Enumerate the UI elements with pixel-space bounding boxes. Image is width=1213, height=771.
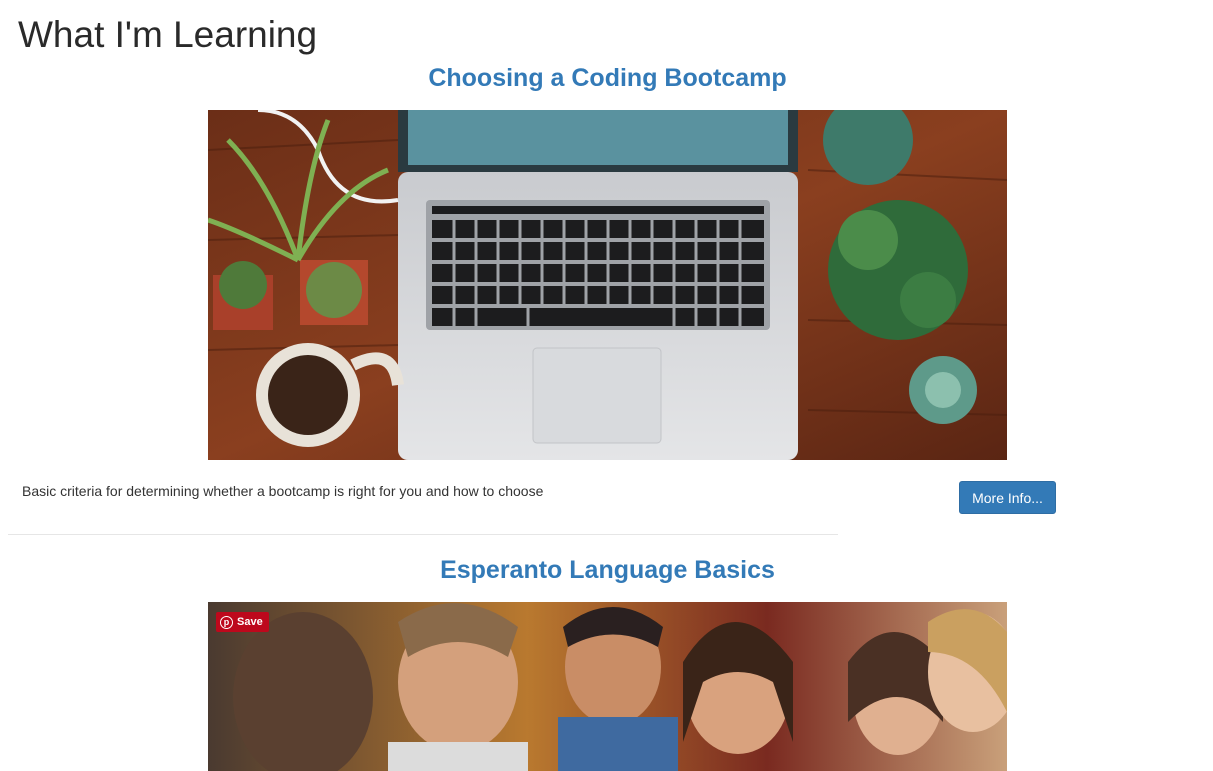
more-info-button[interactable]: More Info... [959, 481, 1056, 514]
pin-save-label: Save [237, 616, 263, 628]
pinterest-icon: p [220, 615, 233, 629]
card-description: Basic criteria for determining whether a… [22, 483, 544, 499]
laptop-desk-illustration [208, 110, 1007, 460]
card-title-coding-bootcamp[interactable]: Choosing a Coding Bootcamp [0, 62, 1213, 94]
card-image-laptop [208, 110, 1007, 460]
card-divider [8, 534, 838, 535]
pinterest-save-button[interactable]: p Save [216, 612, 269, 632]
card-title-esperanto[interactable]: Esperanto Language Basics [0, 554, 1213, 586]
friends-laughing-photo [208, 602, 1007, 771]
page-title: What I'm Learning [18, 14, 318, 55]
card-image-friends: p Save [208, 602, 1007, 771]
